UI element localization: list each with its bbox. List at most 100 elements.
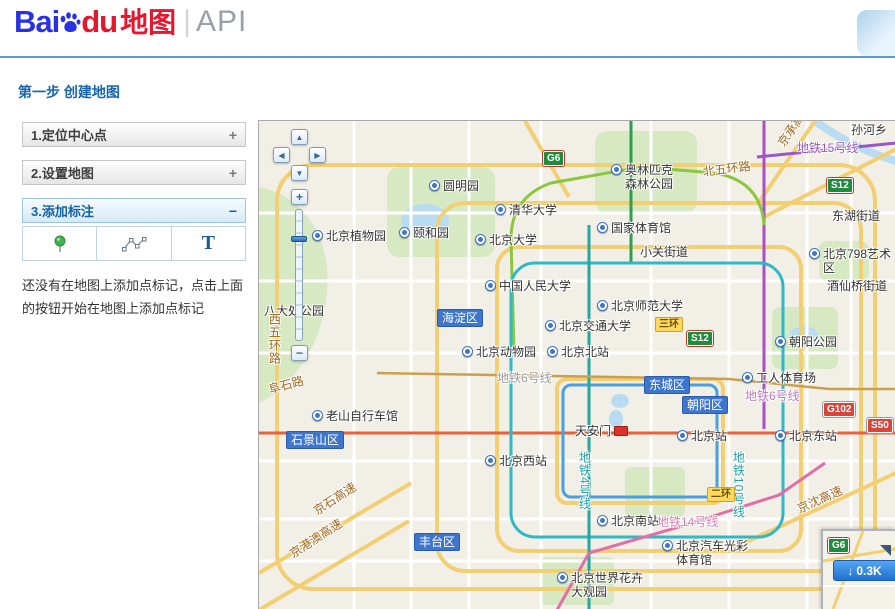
map-label-poi: 北京大学	[475, 233, 537, 247]
tiananmen-icon	[614, 426, 629, 436]
page-title: 第一步 创建地图	[18, 84, 120, 100]
baidu-logo[interactable]: Bai du 地图 | API	[14, 6, 247, 37]
panel-map-settings-label: 2.设置地图	[31, 166, 94, 181]
poi-icon	[775, 336, 786, 347]
pan-right-button[interactable]: ▶	[309, 147, 326, 163]
pan-left-button[interactable]: ◀	[273, 147, 290, 163]
add-point-marker-button[interactable]	[22, 226, 98, 261]
map-label-badge-r: G102	[823, 402, 856, 417]
map-label-poi: 北京交通大学	[545, 319, 631, 333]
logo-divider: |	[183, 5, 191, 38]
map-label-poi: 圆明园	[429, 179, 479, 193]
poi-icon	[611, 164, 622, 175]
panel-locate-center[interactable]: 1.定位中心点 +	[22, 122, 246, 147]
poi-icon	[312, 410, 323, 421]
zoom-slider-thumb[interactable]	[291, 236, 307, 242]
map-label-badge-g: S12	[687, 331, 713, 346]
download-speed-indicator: ↓ 0.3K	[833, 560, 895, 581]
logo-product: 地图	[120, 6, 177, 38]
map-label-district: 海淀区	[437, 309, 484, 327]
map-label-poi: 朝阳公园	[775, 335, 837, 349]
poi-icon	[597, 515, 608, 526]
map-label-poi-red: 天安门	[575, 424, 629, 438]
zoom-slider-track[interactable]	[291, 209, 307, 341]
expand-icon[interactable]: +	[229, 127, 237, 143]
map-label-district: 丰台区	[414, 533, 461, 551]
map-label-poi: 北京站	[677, 429, 727, 443]
pan-down-button[interactable]: ▼	[291, 165, 308, 181]
download-speed-value: 0.3K	[856, 563, 882, 578]
panel-locate-center-label: 1.定位中心点	[31, 128, 107, 143]
map-label-district: 东城区	[644, 376, 691, 394]
collapse-icon[interactable]: −	[229, 203, 237, 219]
map-label-metro: 地铁6号线	[745, 389, 800, 403]
map-label-district: 朝阳区	[682, 396, 729, 414]
map-label-poi: 工人体育场	[742, 371, 816, 385]
map-label-road: 京石高速	[311, 479, 359, 518]
poi-icon	[775, 430, 786, 441]
minimap-road-badge: G6	[828, 538, 850, 553]
panel-add-markers-label: 3.添加标注	[31, 204, 94, 219]
map-label-metro: 地铁4号线	[577, 451, 592, 511]
map-label-district: 石景山区	[286, 431, 345, 449]
poi-icon	[495, 204, 506, 215]
header: Bai du 地图 | API	[0, 0, 895, 58]
panel-map-settings[interactable]: 2.设置地图 +	[22, 160, 246, 185]
poi-icon	[547, 346, 558, 357]
map-label-poi: 国家体育馆	[597, 221, 671, 235]
map-canvas[interactable]: 孙河乡 地铁15号线 京承高速 G6 北五环路 奥林匹克 森林公园 S12 圆明园 清华大学 东湖…	[258, 120, 895, 609]
map-label-poi: 北京西站	[485, 454, 547, 468]
zoom-in-button[interactable]: +	[291, 189, 308, 205]
poi-icon	[662, 540, 673, 551]
map-label-road: 京沈高速	[795, 483, 845, 516]
map-label-poi: 北京南站	[597, 514, 659, 528]
map-label-badge-g: G6	[543, 151, 565, 166]
map-label-metro: 地铁14号线	[657, 515, 719, 529]
poi-icon	[462, 346, 473, 357]
map-label-metro: 地铁15号线	[797, 141, 859, 155]
map-label-poi: 北京汽车光彩 体育馆	[662, 539, 748, 568]
poi-icon	[597, 222, 608, 233]
map-label-poi: 北京798艺术区	[809, 247, 895, 276]
pan-up-button[interactable]: ▲	[291, 129, 308, 145]
map-label-badge-y: 二环	[707, 487, 735, 502]
map-label-town: 小关街道	[640, 245, 689, 259]
polyline-icon	[121, 236, 147, 251]
poi-icon	[399, 227, 410, 238]
map-label-poi: 奥林匹克 森林公园	[611, 163, 673, 192]
add-polyline-button[interactable]	[96, 226, 172, 261]
map-label-road: 京港澳高速	[287, 516, 345, 561]
poi-icon	[597, 300, 608, 311]
map-labels: 孙河乡 地铁15号线 京承高速 G6 北五环路 奥林匹克 森林公园 S12 圆明园 清华大学 东湖…	[259, 121, 895, 609]
marker-toolbar: T	[22, 226, 246, 261]
zoom-out-button[interactable]: −	[291, 345, 308, 361]
map-label-badge-g: S12	[827, 178, 853, 193]
text-tool-icon: T	[201, 232, 215, 254]
minimap-fold-arrow-icon[interactable]	[880, 545, 891, 556]
poi-icon	[677, 430, 688, 441]
panel-add-markers[interactable]: 3.添加标注 −	[22, 198, 246, 223]
map-label-town: 酒仙桥街道	[827, 279, 888, 293]
expand-icon[interactable]: +	[229, 165, 237, 181]
logo-du: du	[81, 4, 118, 39]
baidu-paw-icon	[60, 12, 81, 32]
map-label-poi: 北京东站	[775, 429, 837, 443]
download-arrow-icon: ↓	[847, 563, 854, 578]
poi-icon	[429, 180, 440, 191]
marker-hint-text: 还没有在地图上添加点标记，点击上面的按钮开始在地图上添加点标记	[22, 278, 244, 316]
map-label-town: 孙河乡	[851, 123, 888, 137]
poi-icon	[557, 572, 568, 583]
poi-icon	[485, 455, 496, 466]
logo-api: API	[195, 5, 248, 38]
header-decoration	[857, 10, 895, 56]
map-label-poi: 颐和园	[399, 226, 449, 240]
poi-icon	[475, 234, 486, 245]
poi-icon	[742, 372, 753, 383]
poi-icon	[485, 280, 496, 291]
map-label-poi: 北京动物园	[462, 345, 536, 359]
map-label-poi: 北京世界花卉 大观园	[557, 571, 643, 600]
add-text-label-button[interactable]: T	[170, 226, 246, 261]
map-label-badge-y: 三环	[655, 317, 683, 332]
poi-icon	[545, 320, 556, 331]
map-label-metro: 地铁10号线	[731, 451, 746, 519]
